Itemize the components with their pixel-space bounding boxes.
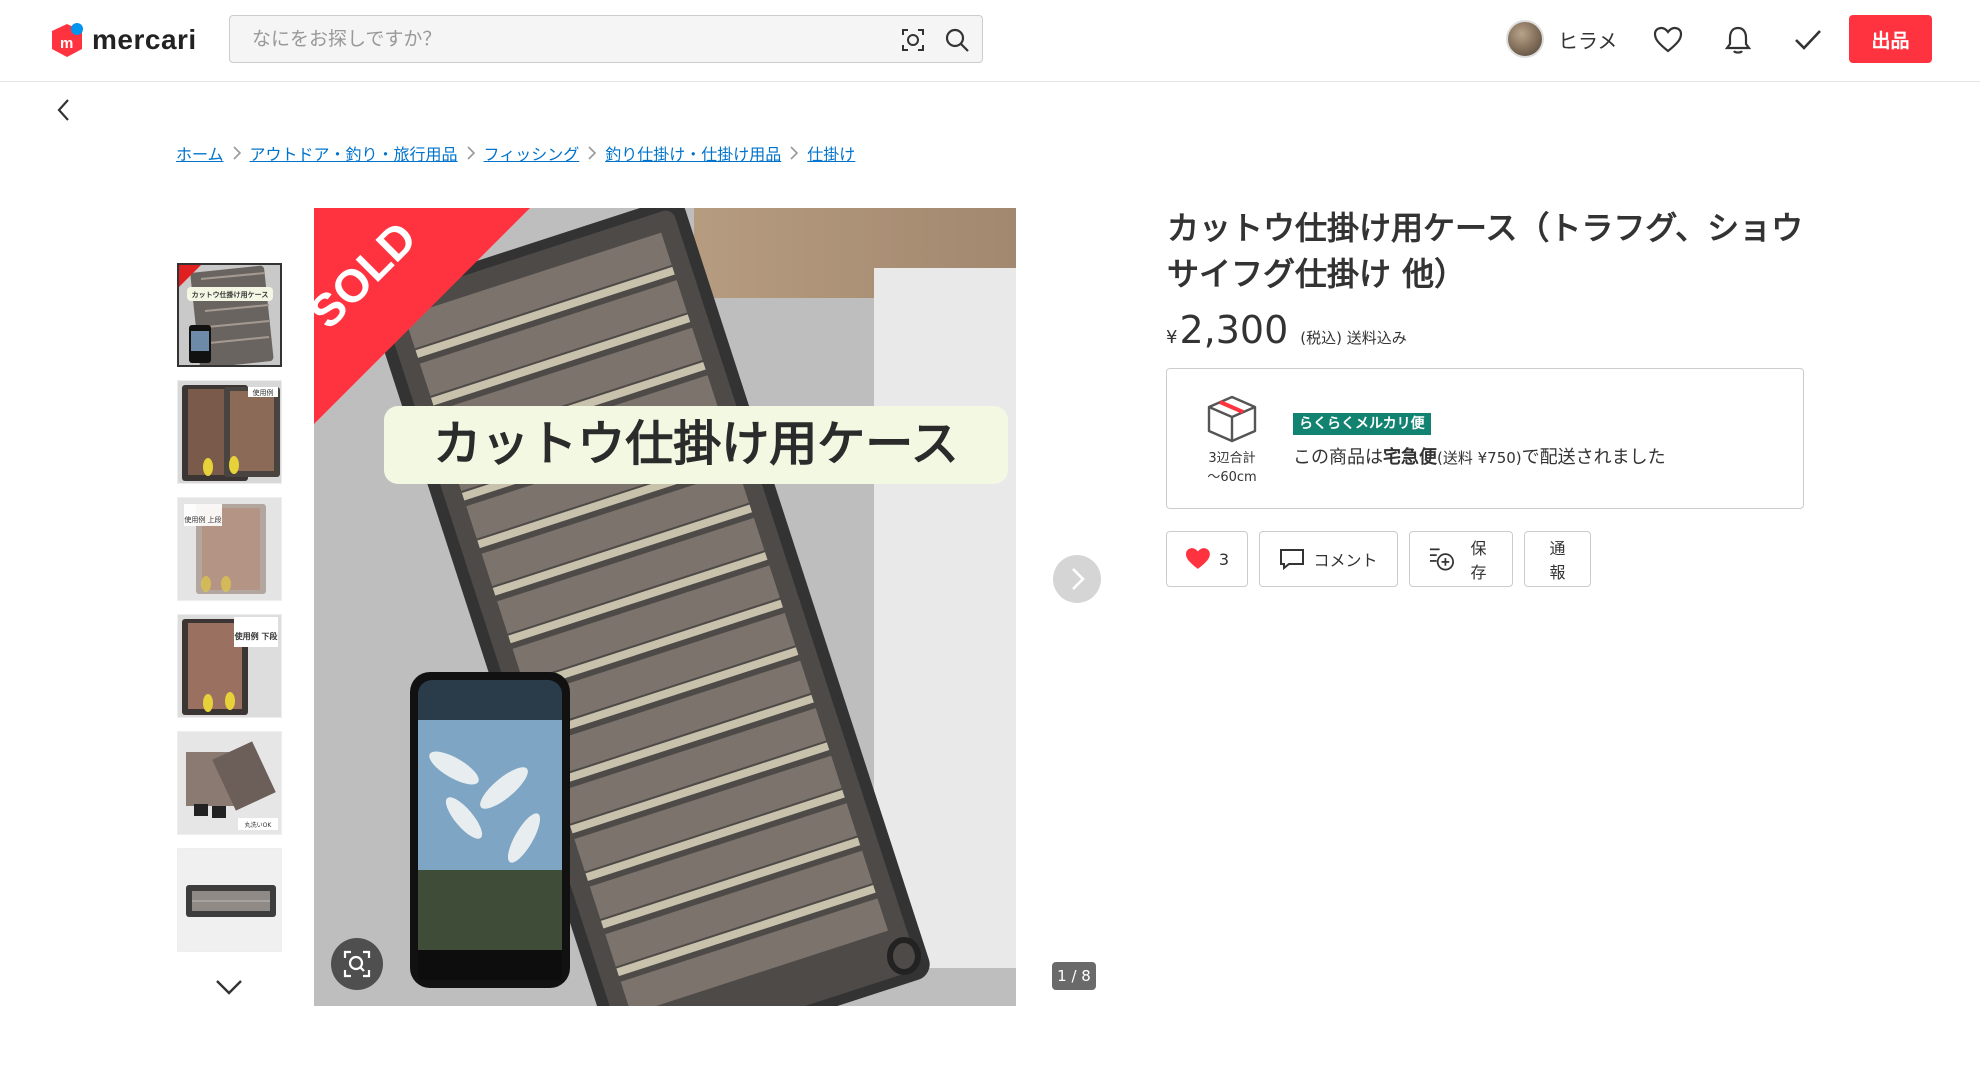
item-actions: 3 コメント 保存 通報 xyxy=(1166,531,1591,587)
shipping-method-badge: らくらくメルカリ便 xyxy=(1293,413,1431,435)
chevron-right-icon xyxy=(1072,568,1085,590)
chevron-right-icon xyxy=(224,143,250,163)
thumbnail-4[interactable]: 使用例 下段 xyxy=(177,614,282,718)
item-title: カットウ仕掛け用ケース（トラフグ、ショウサイフグ仕掛け 他） xyxy=(1167,209,1804,293)
image-search-lens-button[interactable] xyxy=(331,938,383,990)
breadcrumb-home[interactable]: ホーム xyxy=(176,141,224,165)
heart-filled-icon xyxy=(1185,548,1210,569)
user-name[interactable]: ヒラメ xyxy=(1558,25,1617,54)
thumbnail-5[interactable]: 丸洗いOK xyxy=(177,731,282,835)
user-menu[interactable]: ヒラメ xyxy=(1506,20,1617,58)
breadcrumb-outdoor[interactable]: アウトドア・釣り・旅行用品 xyxy=(250,141,458,165)
thumbnail-6[interactable] xyxy=(177,848,282,952)
shipping-info: 3辺合計 〜60cm らくらくメルカリ便 この商品は宅急便(送料 ¥750)で配… xyxy=(1166,368,1804,509)
comment-icon xyxy=(1280,549,1305,571)
save-list-icon xyxy=(1429,548,1454,571)
breadcrumb-tackle[interactable]: 釣り仕掛け・仕掛け用品 xyxy=(605,141,781,165)
svg-text:使用例 上段: 使用例 上段 xyxy=(184,515,221,524)
shipping-text: この商品は宅急便(送料 ¥750)で配送されました xyxy=(1293,447,1666,468)
checkmark-icon[interactable] xyxy=(1792,24,1824,56)
svg-text:m: m xyxy=(60,35,73,52)
report-button[interactable]: 通報 xyxy=(1524,531,1591,587)
sold-ribbon: SOLD xyxy=(314,208,530,424)
image-counter: 1 / 8 xyxy=(1052,962,1096,990)
thumbnail-2[interactable]: 使用例 xyxy=(177,380,282,484)
chevron-right-icon xyxy=(781,143,807,163)
chevron-right-icon xyxy=(579,143,605,163)
back-arrow-icon[interactable] xyxy=(52,96,76,124)
next-image-button[interactable] xyxy=(1053,555,1101,603)
item-price: ¥ 2,300 (税込) 送料込み xyxy=(1166,308,1407,352)
svg-text:丸洗いOK: 丸洗いOK xyxy=(245,821,273,829)
breadcrumb: ホーム アウトドア・釣り・旅行用品 フィッシング 釣り仕掛け・仕掛け用品 仕掛け xyxy=(176,141,855,165)
save-button[interactable]: 保存 xyxy=(1409,531,1513,587)
sell-button[interactable]: 出品 xyxy=(1849,15,1932,63)
mercari-logo-icon: m xyxy=(52,23,83,57)
size-label: 3辺合計 〜60cm xyxy=(1207,451,1257,485)
breadcrumb-rigs[interactable]: 仕掛け xyxy=(807,141,855,165)
lens-icon xyxy=(343,950,371,978)
like-button[interactable]: 3 xyxy=(1166,531,1248,587)
breadcrumb-fishing[interactable]: フィッシング xyxy=(484,141,580,165)
main-product-image[interactable]: カットウ仕掛け用ケース SOLD xyxy=(314,208,1016,1006)
comment-button[interactable]: コメント xyxy=(1259,531,1398,587)
price-value: 2,300 xyxy=(1179,308,1289,352)
svg-text:使用例 下段: 使用例 下段 xyxy=(234,631,278,641)
price-symbol: ¥ xyxy=(1166,327,1178,348)
image-search-icon[interactable] xyxy=(900,27,926,53)
thumbnail-list: カットウ仕掛け用ケース 使用例 使用例 上段 使用例 下段 丸洗いOK xyxy=(177,263,282,965)
search-input[interactable] xyxy=(252,16,872,62)
header: m mercari ヒラメ 出品 xyxy=(0,0,1980,82)
package-icon xyxy=(1207,395,1257,443)
logo-text: mercari xyxy=(92,24,197,55)
thumbnail-1[interactable]: カットウ仕掛け用ケース xyxy=(177,263,282,367)
bell-icon[interactable] xyxy=(1722,24,1754,56)
thumbnail-3[interactable]: 使用例 上段 xyxy=(177,497,282,601)
search-bar xyxy=(229,15,983,63)
like-count: 3 xyxy=(1218,549,1229,569)
mercari-logo[interactable]: m mercari xyxy=(48,21,197,59)
tax-note: (税込) 送料込み xyxy=(1300,329,1407,347)
heart-icon[interactable] xyxy=(1652,24,1684,56)
svg-text:使用例: 使用例 xyxy=(253,388,274,397)
chevron-down-icon[interactable] xyxy=(213,975,245,999)
search-icon[interactable] xyxy=(944,27,970,53)
chevron-right-icon xyxy=(458,143,484,163)
avatar[interactable] xyxy=(1506,20,1544,58)
svg-text:カットウ仕掛け用ケース: カットウ仕掛け用ケース xyxy=(192,290,269,299)
